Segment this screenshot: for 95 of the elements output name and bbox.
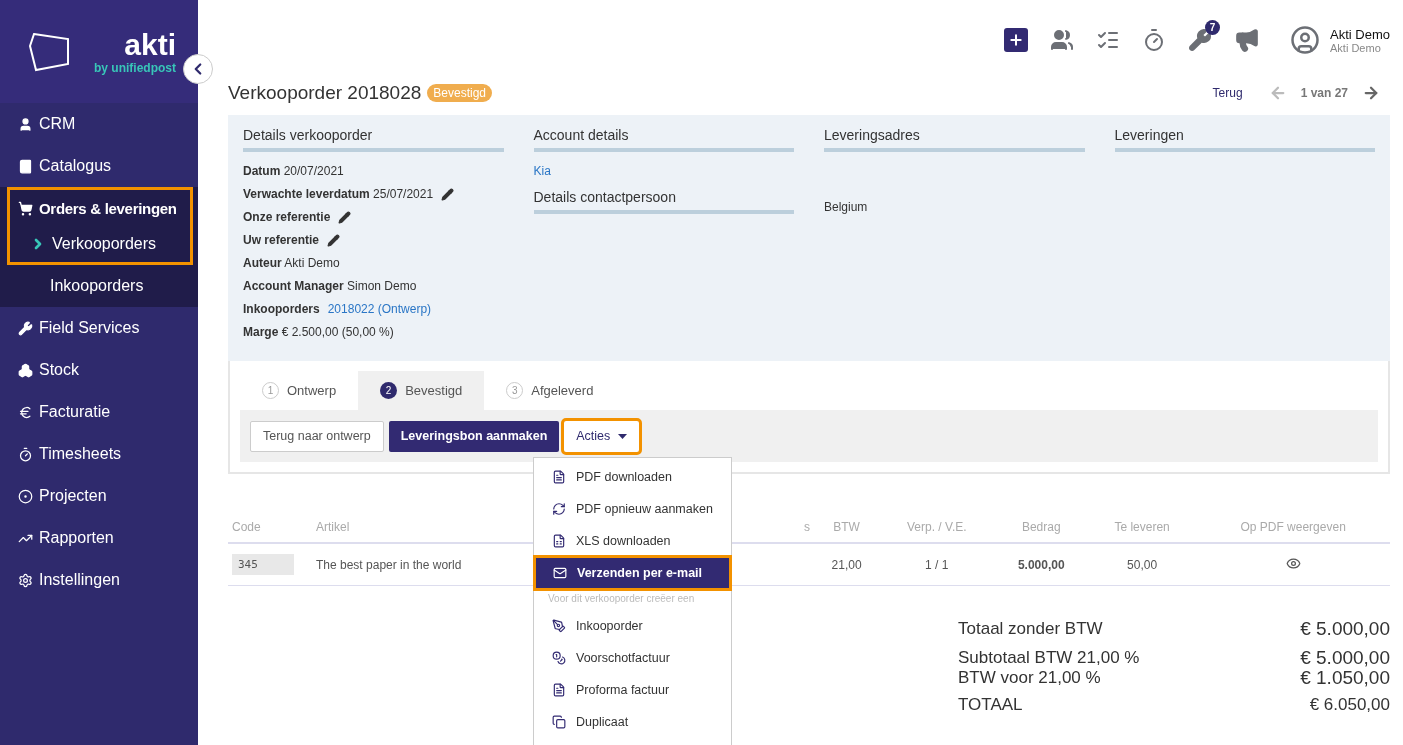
column-header: Bedrag [994, 512, 1088, 543]
menu-item[interactable]: Inkooporder [534, 610, 731, 642]
column-header: Verp. / V.E. [879, 512, 995, 543]
table-cell: 5.000,00 [994, 543, 1088, 586]
stopwatch-icon [18, 446, 33, 462]
coins-icon [552, 651, 566, 665]
page-position: 1 van 27 [1300, 86, 1348, 100]
next-arrow-icon[interactable] [1362, 84, 1380, 102]
sidebar-item[interactable]: Timesheets [10, 436, 190, 472]
section-title: Details contactpersoon [533, 189, 794, 214]
section-title: Leveringsadres [824, 127, 1085, 152]
table-cell: 50,00 [1088, 543, 1197, 586]
back-link[interactable]: Terug [1212, 86, 1243, 100]
purchase-order-link[interactable]: 2018022 (Ontwerp) [327, 298, 432, 321]
total-label: TOTAAL [958, 694, 1023, 716]
wrench-icon [18, 320, 33, 336]
total-label: BTW voor 21,00 % [958, 668, 1101, 688]
gear-icon [18, 572, 33, 588]
menu-item[interactable]: Voorschotfactuur [534, 642, 731, 674]
detail-field: Marge € 2.500,00 (50,00 %) [243, 321, 394, 344]
status-badge: Bevestigd [427, 84, 493, 102]
detail-field: Uw referentie [243, 229, 320, 252]
pencil-icon[interactable] [338, 211, 352, 224]
pencil-icon[interactable] [441, 188, 455, 201]
address-country: Belgium [824, 199, 869, 216]
sidebar-item[interactable]: Catalogus [10, 148, 190, 184]
copy-icon [552, 715, 566, 729]
sidebar-item[interactable]: Orders & leveringen [10, 190, 190, 226]
pdf-file-icon [552, 470, 566, 484]
refresh-icon [552, 502, 566, 516]
status-step-tab[interactable]: 3 Afgeleverd [484, 371, 616, 410]
sidebar-subitem[interactable]: Verkooporders [10, 226, 190, 262]
contacts-icon[interactable] [1050, 28, 1075, 52]
detail-field: Inkooporders [243, 298, 320, 321]
detail-field: Account Manager Simon Demo [243, 275, 417, 298]
user-name: Akti Demo [1330, 26, 1390, 42]
total-label: Subtotaal BTW 21,00 % [958, 648, 1140, 668]
target-icon [18, 488, 33, 504]
cart-icon [18, 200, 33, 216]
column-header: Op PDF weergeven [1196, 512, 1390, 543]
column-header: Code [228, 512, 312, 543]
create-button[interactable]: Leveringsbon aanmaken [388, 420, 560, 452]
sidebar-item[interactable]: Instellingen [10, 562, 190, 598]
back-button[interactable]: Terug naar ontwerp [250, 420, 384, 452]
status-step-tab[interactable]: 1 Ontwerp [240, 371, 359, 410]
menu-item[interactable]: Proforma factuur [534, 674, 731, 706]
menu-section-header: Voor dit verkooporder creëer een [547, 592, 696, 606]
status-step-tab[interactable]: 2 Bevestigd [358, 371, 485, 410]
user-subtitle: Akti Demo [1330, 41, 1382, 54]
total-value: € 5.000,00 [1300, 648, 1390, 668]
eye-icon[interactable] [1285, 555, 1301, 571]
total-value: € 1.050,00 [1300, 668, 1390, 688]
sidebar-item[interactable]: Field Services [10, 310, 190, 346]
sidebar-item[interactable]: Facturatie [10, 394, 190, 430]
pencil-icon[interactable] [327, 234, 341, 247]
user-avatar-icon[interactable] [1290, 25, 1321, 55]
pen-icon [552, 619, 566, 633]
menu-item[interactable]: Verzenden per e-mail [535, 557, 730, 589]
section-title: Details verkooporder [243, 127, 504, 152]
step-number: 2 [380, 382, 398, 399]
total-value: € 6.050,00 [1309, 694, 1390, 716]
menu-item[interactable]: PDF downloaden [534, 461, 731, 493]
sidebar-item[interactable]: Rapporten [10, 520, 190, 556]
account-link[interactable]: Kia [533, 160, 794, 183]
spreadsheet-file-icon [552, 534, 566, 548]
caret-icon [618, 433, 628, 439]
total-value: € 5.000,00 [1300, 617, 1390, 641]
sidebar-item[interactable]: Stock [10, 352, 190, 388]
column-header: BTW [814, 512, 880, 543]
column-header: Te leveren [1088, 512, 1197, 543]
euro-icon [18, 404, 33, 420]
section-title: Leveringen [1114, 127, 1375, 152]
add-button[interactable] [1004, 28, 1029, 52]
table-cell: 21,00 [814, 543, 880, 586]
boxes-icon [18, 362, 33, 378]
logo-name: akti [124, 28, 176, 61]
total-label: Totaal zonder BTW [958, 618, 1103, 640]
sidebar-item[interactable]: Projecten [10, 478, 190, 514]
notification-badge: 7 [1205, 20, 1221, 35]
table-cell: 1 / 1 [879, 543, 995, 586]
detail-field: Onze referentie [243, 206, 331, 229]
detail-field: Verwachte leverdatum 25/07/2021 [243, 183, 434, 206]
envelope-icon [553, 566, 567, 580]
megaphone-icon[interactable] [1234, 27, 1261, 53]
page-title: Verkooporder 2018028 [228, 82, 422, 104]
sidebar-item[interactable]: CRM [10, 106, 190, 142]
logo-tagline: by unifiedpost [94, 60, 176, 75]
user-icon [18, 116, 33, 132]
actions-dropdown-button[interactable]: Acties [564, 420, 640, 452]
document-icon [552, 683, 566, 697]
detail-field: Auteur Akti Demo [243, 252, 340, 275]
detail-field: Datum 20/07/2021 [243, 160, 344, 183]
section-title: Account details [533, 127, 794, 152]
code-field[interactable]: 345 [232, 554, 294, 575]
menu-item[interactable]: Duplicaat [534, 706, 731, 738]
